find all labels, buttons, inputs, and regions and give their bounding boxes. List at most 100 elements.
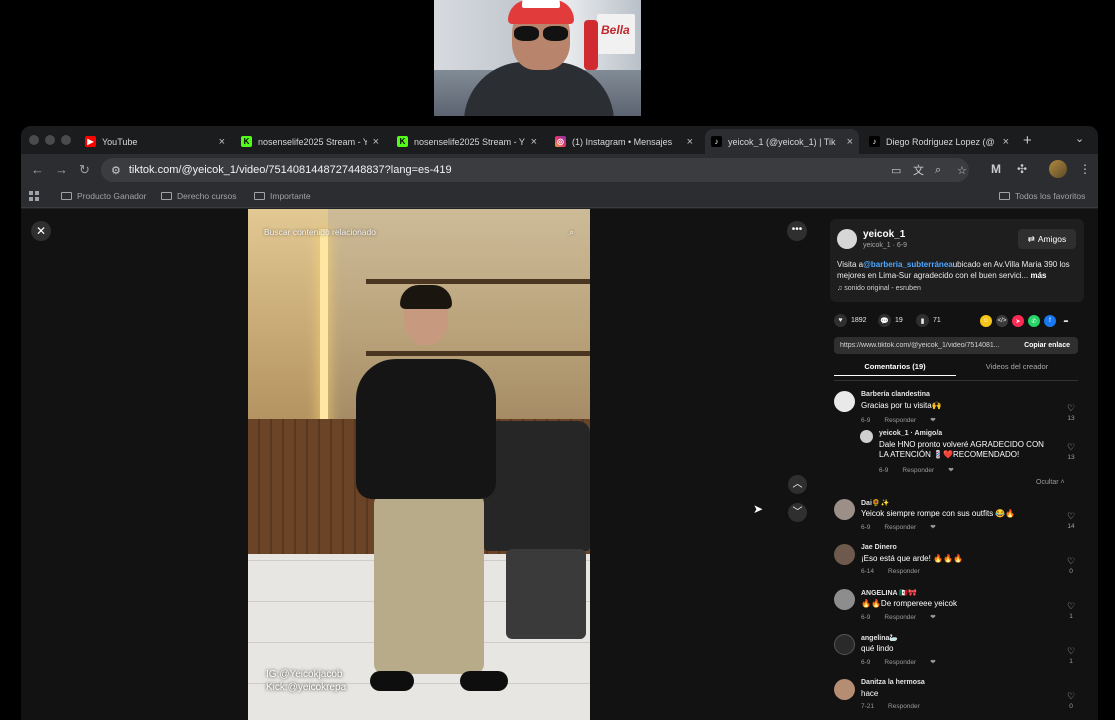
comment-like-count: 0 [1069,703,1073,710]
tab-creator-videos[interactable]: Videos del creador [956,362,1078,375]
video-person-pants [374,494,484,674]
hide-replies-button[interactable]: Ocultar ˄ [1036,479,1065,486]
post-link[interactable]: https://www.tiktok.com/@yeicok_1/video/7… [834,342,1016,349]
friends-button[interactable]: ⇄ Amigos [1018,229,1076,249]
reply-button[interactable]: Responder [888,703,920,710]
close-tab-icon[interactable]: × [531,136,537,148]
reload-icon[interactable]: ↻ [79,162,90,178]
related-search-bar[interactable]: Buscar contenido relacionado ⌕ [256,223,582,241]
comment-like-icon[interactable]: ♡ [1064,442,1078,453]
commenter-name[interactable]: angelina🦢 [861,634,898,642]
close-window-button[interactable] [29,135,39,145]
close-tab-icon[interactable]: × [687,136,693,148]
tab-search-chevron-icon[interactable]: ⌄ [1075,132,1084,145]
minimize-window-button[interactable] [45,135,55,145]
comment-like-icon[interactable]: ♡ [1064,403,1078,414]
new-tab-button[interactable]: + [1023,132,1032,149]
commenter-name[interactable]: Dai🌻✨ [861,499,889,507]
close-tab-icon[interactable]: × [373,136,379,148]
author-avatar[interactable] [837,229,857,249]
more-options-button[interactable]: ••• [787,221,807,241]
video-player[interactable]: Buscar contenido relacionado ⌕ IG:@Yeico… [248,209,590,720]
commenter-name[interactable]: Barbería clandestina [861,391,930,398]
bookmark-label: Producto Ganador [77,191,147,201]
reply-button[interactable]: Responder [902,467,934,474]
cast-icon[interactable]: ▭ [891,158,901,182]
translate-icon[interactable]: 文 [913,158,924,182]
tab-kick-stream-2[interactable]: K nosenselife2025 Stream - Y × [391,129,543,154]
comments-panel: yeicok_1 yeicok_1 · 6-9 ⇄ Amigos Visita … [826,209,1098,720]
extensions-puzzle-icon[interactable]: ✣ [1017,162,1027,176]
tab-comments[interactable]: Comentarios (19) [834,362,956,376]
extension-m-icon[interactable]: M [991,162,1001,176]
commenter-avatar[interactable] [834,499,855,520]
share-arrow-icon[interactable]: ➦ [1060,315,1072,327]
desc-mention[interactable]: @barberia_subterránea [863,260,953,269]
emoji-share-icon[interactable]: ☺ [980,315,992,327]
bookmark-producto-ganador[interactable]: Producto Ganador [61,191,146,201]
commenter-avatar[interactable] [860,430,873,443]
maximize-window-button[interactable] [61,135,71,145]
reply-button[interactable]: Responder [884,417,916,424]
bookmark-star-icon[interactable]: ☆ [957,158,967,182]
save-button[interactable]: ▮ 71 [916,314,941,327]
video-scene-barber-chair [484,421,590,551]
author-name[interactable]: yeicok_1 [863,229,905,240]
comment-button[interactable]: 💬 19 [878,314,903,327]
site-info-icon[interactable]: ⚙ [111,164,121,177]
embed-icon[interactable]: </> [996,315,1008,327]
reply-button[interactable]: Responder [884,524,916,531]
tab-instagram[interactable]: ◎ (1) Instagram • Mensajes × [549,129,699,154]
close-tab-icon[interactable]: × [1003,136,1009,148]
comment-like-icon[interactable]: ♡ [1064,556,1078,567]
zoom-icon[interactable]: ⌕ [935,158,941,182]
desc-more-link[interactable]: más [1030,271,1046,280]
all-bookmarks[interactable]: Todos los favoritos [999,191,1085,201]
close-tab-icon[interactable]: × [847,136,853,148]
tab-youtube[interactable]: ▶ YouTube × [79,129,231,154]
forward-arrow-icon[interactable]: → [55,162,68,177]
search-icon[interactable]: ⌕ [569,227,574,238]
bookmark-derecho-cursos[interactable]: Derecho cursos [161,191,237,201]
reply-button[interactable]: Responder [888,568,920,575]
comment-like-icon[interactable]: ♡ [1064,646,1078,657]
comment-date: 6-9 [879,467,889,474]
commenter-avatar[interactable] [834,589,855,610]
mouse-cursor-icon: ➤ [753,502,764,516]
facebook-icon[interactable]: f [1044,315,1056,327]
tab-kick-stream-1[interactable]: K nosenselife2025 Stream - Y × [235,129,385,154]
close-video-button[interactable]: ✕ [31,221,51,241]
profile-avatar[interactable] [1049,160,1067,178]
commenter-name[interactable]: ANGELINA 🇲🇽🎀 [861,589,917,597]
tab-tiktok-diego[interactable]: ♪ Diego Rodriguez Lopez (@ × [863,129,1015,154]
comment-like-icon[interactable]: ♡ [1064,601,1078,612]
reply-button[interactable]: Responder [884,659,916,666]
like-button[interactable]: ♥ 1892 [834,314,867,327]
tab-tiktok-active[interactable]: ♪ yeicok_1 (@yeicok_1) | Tik × [705,129,859,154]
address-bar[interactable]: ⚙ tiktok.com/@yeicok_1/video/75140814487… [101,158,969,182]
commenter-avatar[interactable] [834,391,855,412]
back-arrow-icon[interactable]: ← [31,162,44,177]
comment-like-icon[interactable]: ♡ [1064,511,1078,522]
copy-link-button[interactable]: Copiar enlace [1016,342,1078,349]
folder-icon [161,192,172,200]
webcam-overlay: Bella [434,0,641,116]
commenter-name[interactable]: yeicok_1 · Amigo/a [879,430,942,437]
more-menu-icon[interactable]: ⋮ [1079,162,1091,176]
apps-grid-icon[interactable] [29,191,39,201]
sound-link[interactable]: ♫ sonido original - esruben [837,285,921,292]
commenter-avatar[interactable] [834,634,855,655]
close-tab-icon[interactable]: × [219,136,225,148]
commenter-avatar[interactable] [834,679,855,700]
comment-like-icon[interactable]: ♡ [1064,691,1078,702]
commenter-avatar[interactable] [834,544,855,565]
next-video-button[interactable]: ﹀ [788,503,807,522]
whatsapp-icon[interactable]: ✆ [1028,315,1040,327]
commenter-name[interactable]: Jae Dinero [861,544,897,551]
send-friends-icon[interactable]: ➤ [1012,315,1024,327]
commenter-name[interactable]: Danitza la hermosa [861,679,925,686]
previous-video-button[interactable]: ︿ [788,475,807,494]
bookmark-importante[interactable]: Importante [254,191,311,201]
webcam-person-cap [508,0,574,24]
reply-button[interactable]: Responder [884,614,916,621]
